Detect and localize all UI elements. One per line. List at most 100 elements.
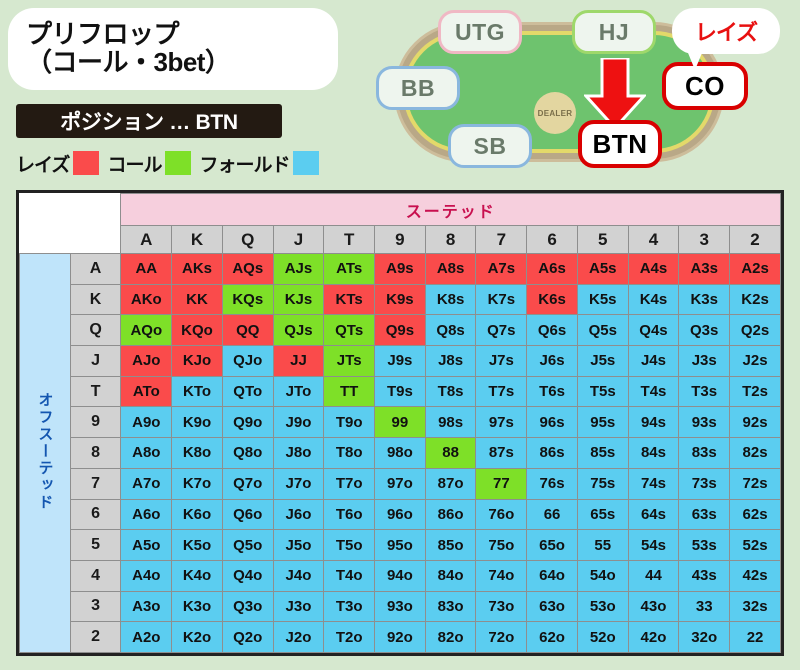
hand-cell-T8o[interactable]: T8o xyxy=(323,437,376,469)
hand-cell-AJo[interactable]: AJo xyxy=(120,345,173,377)
hand-cell-98s[interactable]: 98s xyxy=(424,406,477,439)
hand-cell-K8s[interactable]: K8s xyxy=(424,283,477,316)
hand-cell-K3s[interactable]: K3s xyxy=(678,283,731,316)
hand-cell-Q4s[interactable]: Q4s xyxy=(627,314,680,347)
hand-cell-93s[interactable]: 93s xyxy=(678,406,731,439)
hand-cell-84s[interactable]: 84s xyxy=(627,437,680,469)
hand-cell-J8o[interactable]: J8o xyxy=(272,437,325,469)
hand-cell-93o[interactable]: 93o xyxy=(374,590,426,623)
hand-cell-ATo[interactable]: ATo xyxy=(120,375,173,408)
hand-cell-J7s[interactable]: J7s xyxy=(475,345,528,377)
hand-cell-QJs[interactable]: QJs xyxy=(272,314,325,347)
hand-cell-63o[interactable]: 63o xyxy=(526,590,578,623)
hand-cell-Q4o[interactable]: Q4o xyxy=(221,559,274,592)
hand-cell-J4s[interactable]: J4s xyxy=(627,345,680,377)
hand-cell-A3o[interactable]: A3o xyxy=(120,590,173,623)
hand-cell-A6o[interactable]: A6o xyxy=(120,498,173,531)
hand-cell-A8s[interactable]: A8s xyxy=(424,253,477,285)
hand-cell-73s[interactable]: 73s xyxy=(678,467,731,500)
hand-cell-44[interactable]: 44 xyxy=(627,559,680,592)
hand-cell-43s[interactable]: 43s xyxy=(678,559,731,592)
hand-cell-T2o[interactable]: T2o xyxy=(323,621,376,653)
hand-cell-97s[interactable]: 97s xyxy=(475,406,528,439)
hand-cell-87s[interactable]: 87s xyxy=(475,437,528,469)
hand-cell-32s[interactable]: 32s xyxy=(729,590,781,623)
hand-cell-83o[interactable]: 83o xyxy=(424,590,477,623)
hand-cell-65s[interactable]: 65s xyxy=(576,498,629,531)
hand-cell-33[interactable]: 33 xyxy=(678,590,731,623)
hand-cell-76s[interactable]: 76s xyxy=(526,467,578,500)
hand-cell-J3o[interactable]: J3o xyxy=(272,590,325,623)
hand-cell-K7o[interactable]: K7o xyxy=(171,467,223,500)
hand-cell-76o[interactable]: 76o xyxy=(475,498,528,531)
hand-cell-86o[interactable]: 86o xyxy=(424,498,477,531)
hand-cell-J2s[interactable]: J2s xyxy=(729,345,781,377)
hand-cell-63s[interactable]: 63s xyxy=(678,498,731,531)
hand-cell-T5o[interactable]: T5o xyxy=(323,529,376,561)
hand-cell-KQo[interactable]: KQo xyxy=(171,314,223,347)
hand-cell-Q6o[interactable]: Q6o xyxy=(221,498,274,531)
hand-cell-AJs[interactable]: AJs xyxy=(272,253,325,285)
hand-cell-KTo[interactable]: KTo xyxy=(171,375,223,408)
hand-cell-A7s[interactable]: A7s xyxy=(475,253,528,285)
hand-cell-95o[interactable]: 95o xyxy=(374,529,426,561)
hand-cell-77[interactable]: 77 xyxy=(475,467,528,500)
hand-cell-Q9o[interactable]: Q9o xyxy=(221,406,274,439)
hand-cell-66[interactable]: 66 xyxy=(526,498,578,531)
hand-cell-J5s[interactable]: J5s xyxy=(576,345,629,377)
hand-cell-K2s[interactable]: K2s xyxy=(729,283,781,316)
hand-cell-Q5o[interactable]: Q5o xyxy=(221,529,274,561)
hand-cell-A4o[interactable]: A4o xyxy=(120,559,173,592)
hand-cell-QJo[interactable]: QJo xyxy=(221,345,274,377)
hand-cell-J4o[interactable]: J4o xyxy=(272,559,325,592)
hand-cell-J6o[interactable]: J6o xyxy=(272,498,325,531)
hand-cell-AKo[interactable]: AKo xyxy=(120,283,173,316)
hand-cell-42s[interactable]: 42s xyxy=(729,559,781,592)
hand-cell-J6s[interactable]: J6s xyxy=(526,345,578,377)
hand-cell-JTo[interactable]: JTo xyxy=(272,375,325,408)
hand-cell-54s[interactable]: 54s xyxy=(627,529,680,561)
hand-cell-KJs[interactable]: KJs xyxy=(272,283,325,316)
hand-cell-T9s[interactable]: T9s xyxy=(374,375,426,408)
hand-cell-52o[interactable]: 52o xyxy=(576,621,629,653)
hand-cell-J2o[interactable]: J2o xyxy=(272,621,325,653)
hand-cell-53o[interactable]: 53o xyxy=(576,590,629,623)
hand-cell-22[interactable]: 22 xyxy=(729,621,781,653)
hand-cell-T4s[interactable]: T4s xyxy=(627,375,680,408)
hand-cell-73o[interactable]: 73o xyxy=(475,590,528,623)
hand-cell-83s[interactable]: 83s xyxy=(678,437,731,469)
hand-cell-98o[interactable]: 98o xyxy=(374,437,426,469)
hand-cell-65o[interactable]: 65o xyxy=(526,529,578,561)
hand-cell-Q2o[interactable]: Q2o xyxy=(221,621,274,653)
hand-cell-K4o[interactable]: K4o xyxy=(171,559,223,592)
hand-cell-75o[interactable]: 75o xyxy=(475,529,528,561)
hand-cell-Q7s[interactable]: Q7s xyxy=(475,314,528,347)
hand-cell-Q3o[interactable]: Q3o xyxy=(221,590,274,623)
hand-cell-K8o[interactable]: K8o xyxy=(171,437,223,469)
hand-cell-74s[interactable]: 74s xyxy=(627,467,680,500)
hand-cell-A9s[interactable]: A9s xyxy=(374,253,426,285)
hand-cell-55[interactable]: 55 xyxy=(576,529,629,561)
hand-cell-T6s[interactable]: T6s xyxy=(526,375,578,408)
hand-cell-64o[interactable]: 64o xyxy=(526,559,578,592)
hand-cell-Q8o[interactable]: Q8o xyxy=(221,437,274,469)
hand-cell-82s[interactable]: 82s xyxy=(729,437,781,469)
hand-cell-32o[interactable]: 32o xyxy=(678,621,731,653)
hand-cell-JJ[interactable]: JJ xyxy=(272,345,325,377)
hand-cell-86s[interactable]: 86s xyxy=(526,437,578,469)
hand-cell-85o[interactable]: 85o xyxy=(424,529,477,561)
hand-cell-A2s[interactable]: A2s xyxy=(729,253,781,285)
hand-cell-95s[interactable]: 95s xyxy=(576,406,629,439)
hand-cell-KQs[interactable]: KQs xyxy=(221,283,274,316)
hand-cell-K4s[interactable]: K4s xyxy=(627,283,680,316)
hand-cell-A6s[interactable]: A6s xyxy=(526,253,578,285)
hand-cell-94o[interactable]: 94o xyxy=(374,559,426,592)
hand-cell-75s[interactable]: 75s xyxy=(576,467,629,500)
hand-cell-92o[interactable]: 92o xyxy=(374,621,426,653)
hand-cell-K7s[interactable]: K7s xyxy=(475,283,528,316)
hand-cell-QQ[interactable]: QQ xyxy=(221,314,274,347)
hand-cell-A2o[interactable]: A2o xyxy=(120,621,173,653)
hand-cell-T3s[interactable]: T3s xyxy=(678,375,731,408)
hand-cell-AKs[interactable]: AKs xyxy=(171,253,223,285)
hand-cell-92s[interactable]: 92s xyxy=(729,406,781,439)
